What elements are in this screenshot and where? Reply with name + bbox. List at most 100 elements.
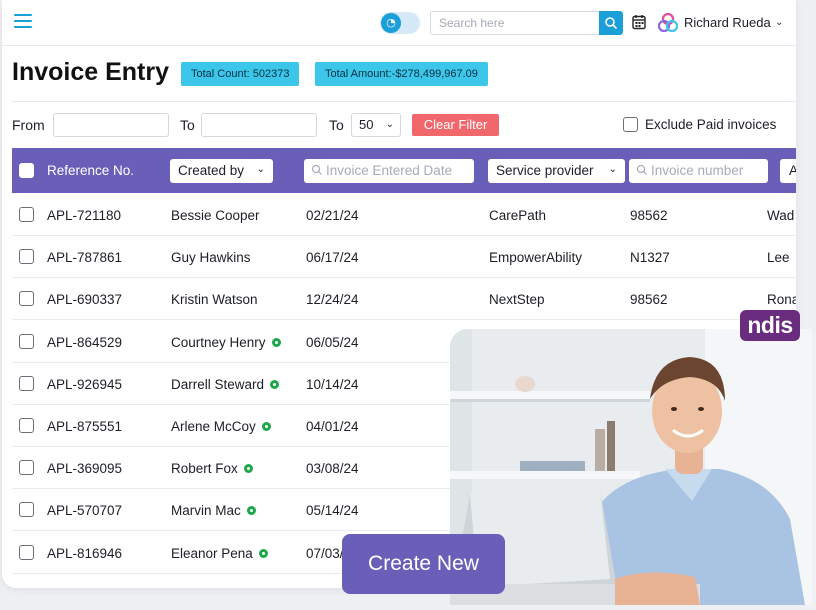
eye-icon[interactable] [243,464,253,474]
date-cell-text: 10/14/24 [306,376,359,392]
invoice-date-filter[interactable]: Invoice Entered Date [304,159,474,183]
divider [12,101,796,102]
search-icon [311,164,322,175]
service-provider-filter[interactable]: Service provider ⌄ [488,159,625,183]
reference-column-header[interactable]: Reference No. [47,163,134,178]
total-amount-badge: Total Amount:-$278,499,967.09 [315,62,488,86]
created-by-cell: Bessie Cooper [171,208,260,223]
exclude-paid-label[interactable]: Exclude Paid invoices [645,117,776,132]
menu-icon[interactable] [14,14,32,29]
chevron-down-icon: ⌄ [256,164,265,175]
page-size-select[interactable]: 50 ⌄ [351,113,401,137]
reference-cell[interactable]: APL-721180 [47,208,121,223]
search-input[interactable] [430,11,600,35]
next-column-cell: Lee [767,250,790,265]
invoice-number-cell: N1327 [630,250,670,265]
reference-cell[interactable]: APL-816946 [47,546,122,561]
date-cell: 06/17/24 [306,250,359,265]
created-by-cell: Eleanor Pena [171,546,268,561]
from-date-field[interactable] [53,113,169,137]
table-row[interactable]: APL-690337 Kristin Watson 12/24/24 NextStep… [12,278,796,321]
service-provider-filter-label: Service provider [496,163,594,178]
created-by-cell: Kristin Watson [171,292,258,307]
created-by-cell-text: Kristin Watson [171,292,258,308]
eye-icon[interactable] [246,506,256,516]
create-new-button[interactable]: Create New [342,534,505,594]
row-checkbox[interactable] [19,502,34,518]
table-row[interactable]: APL-787861 Guy Hawkins 06/17/24 EmpowerAbil… [12,236,796,279]
next-column-cell-text: Rona [767,292,796,308]
date-cell-text: 03/08/24 [306,461,359,477]
user-name[interactable]: Richard Rueda [684,15,771,30]
reference-cell[interactable]: APL-787861 [47,250,122,265]
to-date-field[interactable] [201,113,317,137]
reference-cell[interactable]: APL-570707 [47,503,122,518]
eye-icon[interactable] [271,337,281,347]
reference-cell-text: APL-875551 [47,419,123,434]
date-cell: 03/08/24 [306,461,359,476]
created-by-cell: Darrell Steward [171,377,280,392]
select-all-checkbox[interactable] [19,163,34,178]
page-size-label: To [329,117,344,133]
row-checkbox[interactable] [19,418,34,433]
row-checkbox[interactable] [19,249,34,265]
top-bar: ◔ Richard Rueda ⌄ [2,0,796,46]
calendar-icon[interactable] [632,14,646,30]
date-cell-text: 07/03/ [306,545,344,561]
provider-cell: CarePath [489,208,546,223]
exclude-paid-checkbox[interactable] [623,117,638,132]
reference-cell[interactable]: APL-926945 [47,377,122,392]
created-by-filter[interactable]: Created by ⌄ [170,159,273,183]
created-by-filter-label: Created by [178,163,245,178]
reference-cell[interactable]: APL-864529 [47,335,122,350]
date-cell-text: 06/05/24 [306,334,359,350]
invoice-number-filter[interactable]: Invoice number [629,159,768,183]
created-by-cell: Arlene McCoy [171,419,271,434]
invoice-number-placeholder: Invoice number [651,163,744,178]
reference-cell-text: APL-721180 [47,208,122,223]
chevron-down-icon[interactable]: ⌄ [775,17,783,28]
row-checkbox[interactable] [19,544,34,560]
search-button[interactable] [599,11,623,35]
reference-cell-text: APL-690337 [47,292,123,308]
reference-cell-text: APL-369095 [47,461,123,477]
created-by-cell-text: Eleanor Pena [171,545,253,561]
date-cell: 12/24/24 [306,292,359,307]
from-label: From [12,117,45,133]
theme-toggle[interactable]: ◔ [380,12,420,34]
clear-filter-button[interactable]: Clear Filter [412,114,499,136]
reference-cell[interactable]: APL-369095 [47,461,122,476]
reference-cell[interactable]: APL-690337 [47,292,122,307]
provider-cell-text: NextStep [489,292,545,308]
next-column-cell: Rona [767,292,796,307]
eye-icon[interactable] [258,548,268,558]
created-by-cell: Marvin Mac [171,503,256,518]
reference-cell[interactable]: APL-875551 [47,419,122,434]
created-by-cell-text: Marvin Mac [171,503,241,519]
created-by-cell: Robert Fox [171,461,253,476]
invoice-date-placeholder: Invoice Entered Date [326,163,453,178]
total-count-badge: Total Count: 502373 [181,62,300,86]
row-checkbox[interactable] [19,333,34,349]
created-by-cell-text: Robert Fox [171,461,238,477]
row-checkbox[interactable] [19,460,34,476]
next-column-cell-text: Lee [767,250,790,266]
provider-cell-text: EmpowerAbility [489,250,583,266]
eye-icon[interactable] [261,422,271,431]
invoice-number-cell-text: 98562 [630,292,668,308]
reference-cell-text: APL-570707 [47,503,123,519]
invoice-number-cell: 98562 [630,208,668,223]
table-row[interactable]: APL-721180 Bessie Cooper 02/21/24 CarePath 9… [12,194,796,236]
provider-cell: NextStep [489,292,545,307]
date-cell: 10/14/24 [306,377,359,392]
page-size-value: 50 [359,117,374,132]
eye-icon[interactable] [270,379,280,389]
created-by-cell: Courtney Henry [171,335,281,350]
date-cell-text: 04/01/24 [306,419,359,434]
next-column-filter[interactable]: A [780,159,796,183]
row-checkbox[interactable] [19,207,34,222]
row-checkbox[interactable] [19,375,34,391]
invoice-number-cell: 98562 [630,292,668,307]
row-checkbox[interactable] [19,291,34,307]
to-label: To [180,117,195,133]
